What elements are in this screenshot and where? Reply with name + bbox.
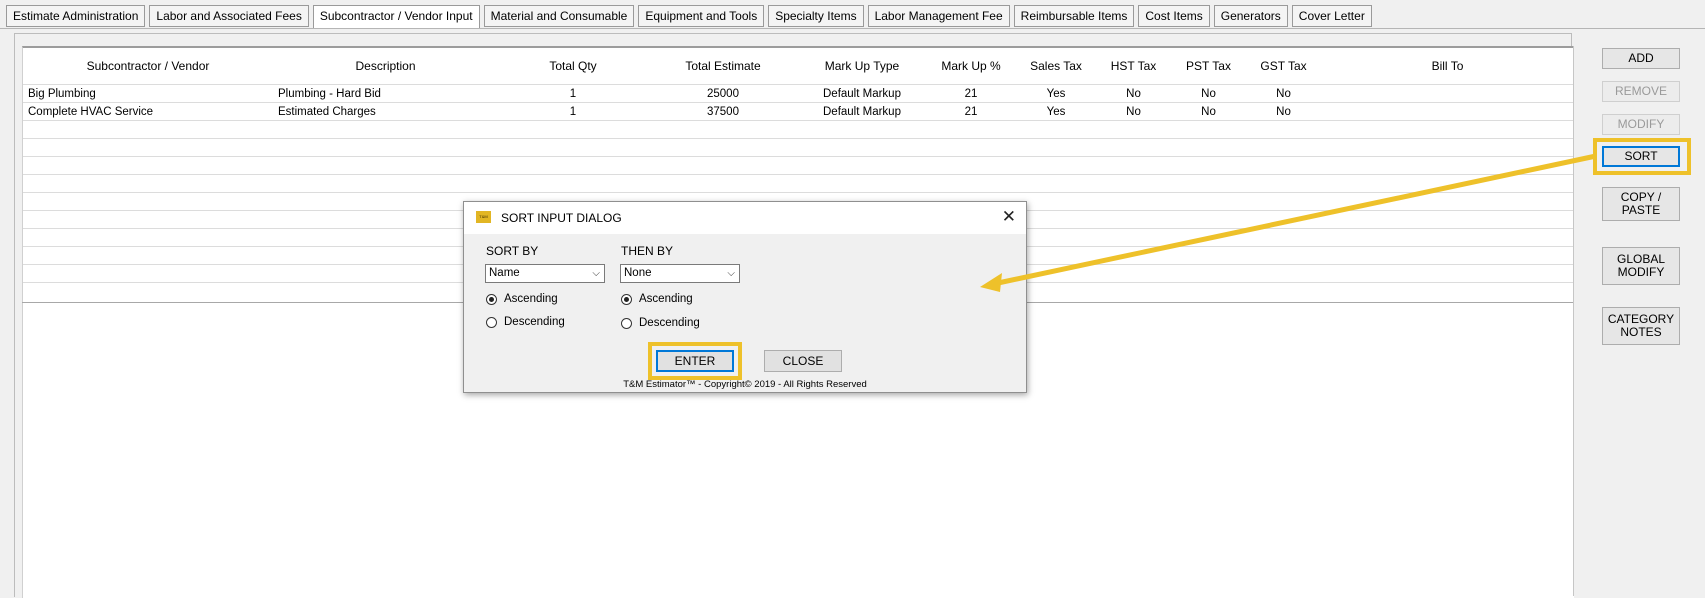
annotation-arrow xyxy=(980,153,1597,292)
arrow-line xyxy=(997,153,1597,286)
arrow-head xyxy=(980,273,1002,292)
